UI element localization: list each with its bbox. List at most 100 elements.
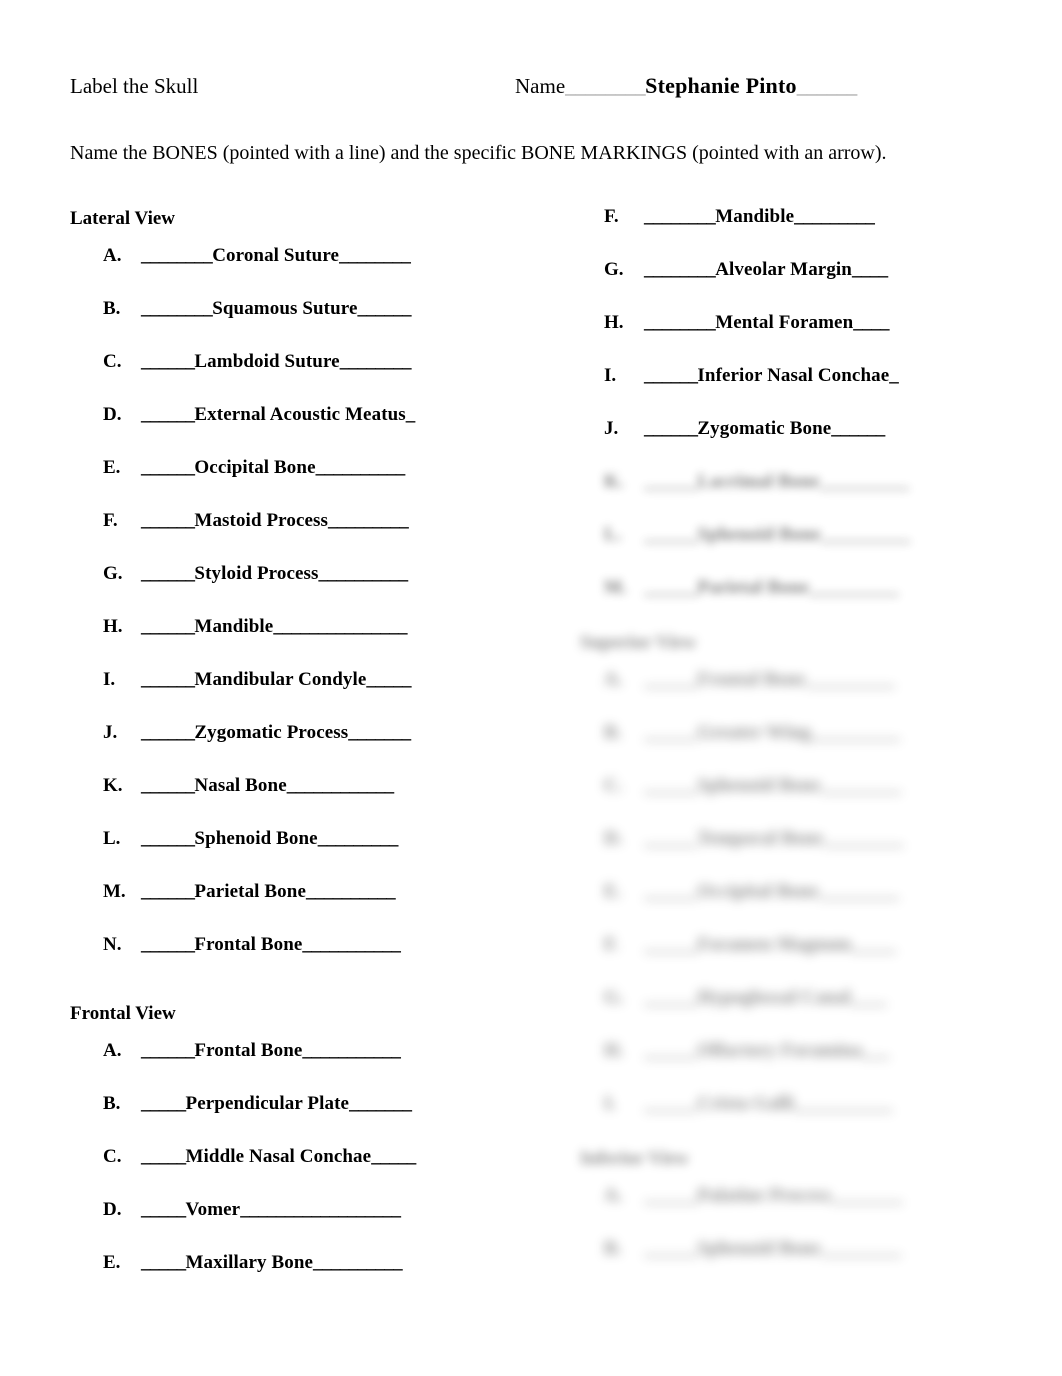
left-column: Lateral View A. ________ Coronal Suture ___…: [70, 206, 510, 1305]
blank-before: ________: [141, 298, 213, 319]
blank-after: _________: [317, 828, 399, 849]
list-item: E. ______ Occipital Bone _________: [580, 881, 1020, 934]
blank-after: _________: [820, 1238, 902, 1259]
name-field-label: Name: [515, 74, 566, 98]
item-letter: E.: [103, 457, 121, 478]
item-answer: Occipital Bone: [194, 457, 316, 478]
blank-before: ______: [644, 524, 698, 545]
list-item: C. ______ Lambdoid Suture ________: [70, 351, 510, 404]
blank-after: _: [889, 365, 899, 386]
list-item: N. ______ Frontal Bone ___________: [70, 934, 510, 987]
list-item: I. ______ Inferior Nasal Conchae _: [580, 365, 1020, 418]
list-item: G. ________ Alveolar Margin ____: [580, 259, 1020, 312]
item-letter: H.: [103, 616, 123, 637]
list-item: D. ______ Temporal Bone _________: [580, 828, 1020, 881]
blank-before: ______: [141, 722, 195, 743]
blank-before: ______: [644, 471, 698, 492]
item-answer: Mandibular Condyle: [194, 669, 367, 690]
blank-before: ______: [644, 577, 698, 598]
frontal-view-item-list: A. ______ Frontal Bone ___________ B. _____ …: [70, 1040, 510, 1305]
item-answer: Greater Wing: [697, 722, 811, 743]
blank-after: __________: [318, 563, 409, 584]
blank-after: ________: [339, 351, 412, 372]
redacted-item-list-3: A. ______ Palatine Process ________ B. _____…: [580, 1185, 1020, 1291]
item-answer: Crista Galli: [697, 1093, 795, 1114]
item-answer: Alveolar Margin: [715, 259, 852, 280]
item-letter: I.: [604, 365, 617, 386]
blank-before: _____: [141, 1252, 186, 1273]
blurred-preview-region: K. ______ Lacrimal Bone __________ L. ______…: [580, 471, 1020, 1291]
blank-after: ______: [357, 298, 412, 319]
blank-before: ______: [141, 510, 195, 531]
blank-before: ______: [141, 934, 195, 955]
blank-before: ______: [141, 828, 195, 849]
item-letter: K.: [604, 471, 624, 492]
item-answer: Palatine Process: [697, 1185, 832, 1206]
item-letter: F.: [604, 206, 619, 227]
blank-after: ________: [339, 245, 411, 266]
item-letter: F.: [604, 934, 619, 955]
item-answer: Maxillary Bone: [185, 1252, 314, 1273]
item-letter: M.: [604, 577, 627, 598]
item-answer: Mandible: [715, 206, 795, 227]
blank-before: ______: [141, 457, 195, 478]
blank-before: ________: [141, 245, 213, 266]
item-answer: Lacrimal Bone: [697, 471, 820, 492]
item-letter: J.: [103, 722, 118, 743]
item-letter: G.: [604, 259, 624, 280]
instruction-text: Name the BONES (pointed with a line) and…: [70, 142, 887, 164]
list-item: B. ______ Greater Wing __________: [580, 722, 1020, 775]
blank-after: _________: [794, 206, 875, 227]
blank-after: _____: [851, 934, 896, 955]
item-answer: Mandible: [194, 616, 274, 637]
right-visible-item-list: F. ________ Mandible _________ G. ________ Al…: [580, 206, 1020, 471]
item-letter: D.: [103, 404, 122, 425]
list-item: F. ______ Mastoid Process _________: [70, 510, 510, 563]
blank-before: ______: [141, 881, 195, 902]
section-heading-lateral-view: Lateral View: [70, 208, 176, 229]
item-answer: Hypoglossal Canal: [697, 987, 851, 1008]
lateral-view-item-list: A. ________ Coronal Suture ________ B. _____…: [70, 245, 510, 987]
item-answer: Mental Foramen: [715, 312, 854, 333]
list-item: L. ______ Sphenoid Bone _________: [70, 828, 510, 881]
right-column: F. ________ Mandible _________ G. ________ Al…: [580, 206, 1020, 1291]
item-answer: Parietal Bone: [697, 577, 809, 598]
list-item: B. ________ Squamous Suture ______: [70, 298, 510, 351]
blank-before: ______: [644, 1040, 698, 1061]
list-item: C. ______ Sphenoid Bone _________: [580, 775, 1020, 828]
item-answer: Vomer: [185, 1199, 241, 1220]
blank-after: ____: [851, 259, 888, 280]
blank-before: ______: [644, 987, 698, 1008]
item-letter: B.: [103, 1093, 121, 1114]
blank-after: ___________: [302, 934, 401, 955]
list-item: M. ______ Parietal Bone __________: [70, 881, 510, 934]
item-letter: G.: [604, 987, 624, 1008]
item-letter: A.: [103, 1040, 122, 1061]
item-letter: A.: [604, 669, 623, 690]
list-item: J. ______ Zygomatic Bone ______: [580, 418, 1020, 471]
blank-before: ______: [644, 1185, 698, 1206]
blank-before: ______: [141, 616, 195, 637]
item-answer: Coronal Suture: [212, 245, 340, 266]
item-letter: A.: [604, 1185, 623, 1206]
item-answer: Temporal Bone: [697, 828, 824, 849]
list-item: A. ________ Coronal Suture ________: [70, 245, 510, 298]
item-answer: Inferior Nasal Conchae: [697, 365, 890, 386]
list-item: G. ______ Hypoglossal Canal ____: [580, 987, 1020, 1040]
item-letter: A.: [103, 245, 122, 266]
document-header: Label the Skull Name ________ Stephanie …: [70, 72, 990, 112]
item-letter: J.: [604, 418, 619, 439]
item-letter: C.: [103, 351, 122, 372]
item-letter: L.: [604, 524, 622, 545]
blank-after: __________: [805, 669, 895, 690]
blank-after: _________: [820, 775, 902, 796]
blank-before: ______: [644, 828, 698, 849]
item-letter: F.: [103, 510, 118, 531]
blank-after: ____: [850, 987, 887, 1008]
item-answer: Frontal Bone: [194, 934, 303, 955]
list-item: E. _____ Maxillary Bone __________: [70, 1252, 510, 1305]
name-field-group: Name ________ Stephanie Pinto ______: [515, 72, 857, 100]
item-answer: Squamous Suture: [212, 298, 358, 319]
page-title: Label the Skull: [70, 74, 199, 98]
blank-before: _____: [141, 1199, 186, 1220]
